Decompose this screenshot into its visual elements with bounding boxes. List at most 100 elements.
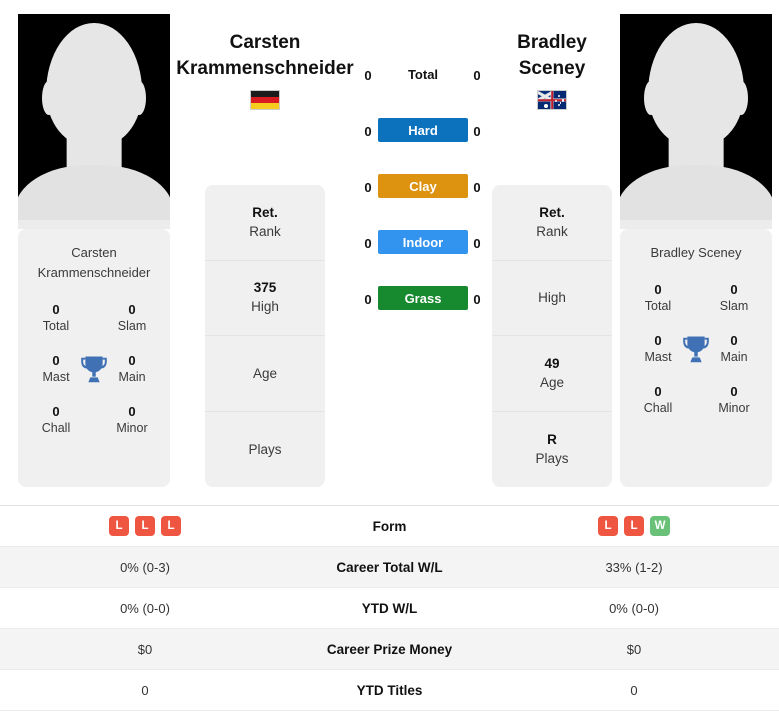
form-badge: L (109, 516, 129, 536)
label: Minor (718, 401, 750, 415)
ytd-wl-left: 0% (0-0) (120, 600, 170, 616)
value: 0 (730, 282, 738, 297)
titles-card-left: Carsten Krammenschneider 0 Total 0 Slam … (18, 229, 170, 487)
titles-total-right: 0 Total (620, 273, 696, 324)
titles-card-right: Bradley Sceney 0 Total 0 Slam 0 Mast 0 M… (620, 229, 772, 487)
table-row-career-prize-money: $0 Career Prize Money $0 (0, 629, 779, 670)
label: Plays (535, 450, 569, 466)
surface-row-indoor: 0 Indoor 0 (355, 230, 490, 286)
profile-age-right: 49 Age (492, 336, 612, 412)
surface-label-hard: Hard (378, 118, 468, 142)
player-name-block-left: Carsten Krammenschneider (175, 30, 355, 110)
titles-chall-right: 0 Chall (620, 375, 696, 426)
career-total-wl-right: 33% (1-2) (605, 559, 663, 575)
player-name-right-line1: Bradley (517, 32, 587, 53)
form-badge: L (135, 516, 155, 536)
ytd-wl-right: 0% (0-0) (609, 600, 659, 616)
value: 0 (654, 282, 662, 297)
profile-plays-right: R Plays (492, 412, 612, 488)
profile-plays-left: Plays (205, 412, 325, 488)
surface-hard-value-left: 0 (364, 124, 372, 139)
player-name-right-line2: Sceney (518, 58, 586, 79)
ytd-titles-right: 0 (630, 682, 638, 698)
head-to-head-stats-table: L L L Form L L W 0% (0-3) Career Total W… (0, 505, 779, 711)
player-name-left-line1: Carsten (229, 32, 301, 53)
label: Rank (536, 223, 568, 239)
profile-age-left: Age (205, 336, 325, 412)
label: Rank (249, 223, 281, 239)
player-photo-placeholder-left (18, 14, 170, 229)
surface-label-total: Total (407, 66, 439, 82)
trophy-icon (79, 354, 109, 386)
label: High (538, 290, 566, 306)
avatar-base (620, 220, 772, 229)
surface-row-grass: 0 Grass 0 (355, 286, 490, 342)
table-row-ytd-titles: 0 YTD Titles 0 (0, 670, 779, 711)
surface-clay-value-right: 0 (473, 180, 481, 195)
surface-indoor-value-left: 0 (364, 236, 372, 251)
avatar-ear-left (42, 80, 56, 116)
value: 0 (52, 404, 60, 419)
avatar-ear-right (132, 80, 146, 116)
label: Chall (41, 421, 71, 435)
career-total-wl-left: 0% (0-3) (120, 559, 170, 575)
titles-chall-left: 0 Chall (18, 395, 94, 446)
surface-row-total: 0 Total 0 (355, 62, 490, 118)
label: Total (644, 299, 672, 313)
surface-total-value-right: 0 (473, 68, 481, 83)
surface-label-clay: Clay (378, 174, 468, 198)
australia-flag-icon (537, 90, 567, 110)
form-badge: L (161, 516, 181, 536)
value: 0 (52, 302, 60, 317)
label: Age (539, 374, 565, 390)
profile-rank-right: Ret. Rank (492, 185, 612, 261)
form-badge: L (624, 516, 644, 536)
surface-row-clay: 0 Clay 0 (355, 174, 490, 230)
value: 49 (544, 355, 560, 371)
surface-row-hard: 0 Hard 0 (355, 118, 490, 174)
surface-win-comparison: 0 Total 0 0 Hard 0 0 Clay 0 0 Indoor 0 0 (355, 62, 490, 342)
avatar-shoulders (620, 164, 772, 229)
value: 0 (128, 302, 136, 317)
trophy-icon (681, 334, 711, 366)
surface-label-indoor: Indoor (378, 230, 468, 254)
value: 0 (730, 384, 738, 399)
profile-card-right: Ret. Rank High 49 Age R Plays (492, 185, 612, 487)
form-badges-right: L L W (489, 516, 779, 536)
label: Slam (719, 299, 749, 313)
row-label-career-total-wl: Career Total W/L (336, 559, 443, 575)
value: 0 (128, 404, 136, 419)
player-comparison-page: Carsten Krammenschneider Bradley Sceney … (0, 0, 779, 719)
form-badge: W (650, 516, 670, 536)
profile-high-left: 375 High (205, 261, 325, 336)
surface-grass-value-left: 0 (364, 292, 372, 307)
value: Ret. (539, 204, 565, 220)
titles-card-name-right: Bradley Sceney (650, 245, 742, 260)
table-row-career-total-wl: 0% (0-3) Career Total W/L 33% (1-2) (0, 547, 779, 588)
form-right: L L W (489, 516, 779, 536)
titles-total-left: 0 Total (18, 293, 94, 344)
table-row-ytd-wl: 0% (0-0) YTD W/L 0% (0-0) (0, 588, 779, 629)
career-prize-money-right: $0 (626, 641, 642, 657)
profile-high-right: High (492, 261, 612, 336)
titles-grid-right: 0 Total 0 Slam 0 Mast 0 Main 0 Chall 0 M… (620, 273, 772, 426)
germany-flag-icon (250, 90, 280, 110)
profile-rank-left: Ret. Rank (205, 185, 325, 261)
titles-slam-right: 0 Slam (696, 273, 772, 324)
surface-clay-value-left: 0 (364, 180, 372, 195)
avatar-left (18, 14, 170, 229)
form-badge: L (598, 516, 618, 536)
titles-minor-left: 0 Minor (94, 395, 170, 446)
label: Plays (248, 441, 282, 457)
row-label-ytd-wl: YTD W/L (361, 600, 418, 616)
avatar-ear-left (644, 80, 658, 116)
label: Total (42, 319, 70, 333)
label: Slam (117, 319, 147, 333)
comparison-header: Carsten Krammenschneider Bradley Sceney … (0, 0, 779, 495)
ytd-titles-left: 0 (141, 682, 149, 698)
player-name-block-right: Bradley Sceney (492, 30, 612, 110)
surface-indoor-value-right: 0 (473, 236, 481, 251)
titles-minor-right: 0 Minor (696, 375, 772, 426)
value: 375 (253, 280, 277, 296)
surface-label-grass: Grass (378, 286, 468, 310)
